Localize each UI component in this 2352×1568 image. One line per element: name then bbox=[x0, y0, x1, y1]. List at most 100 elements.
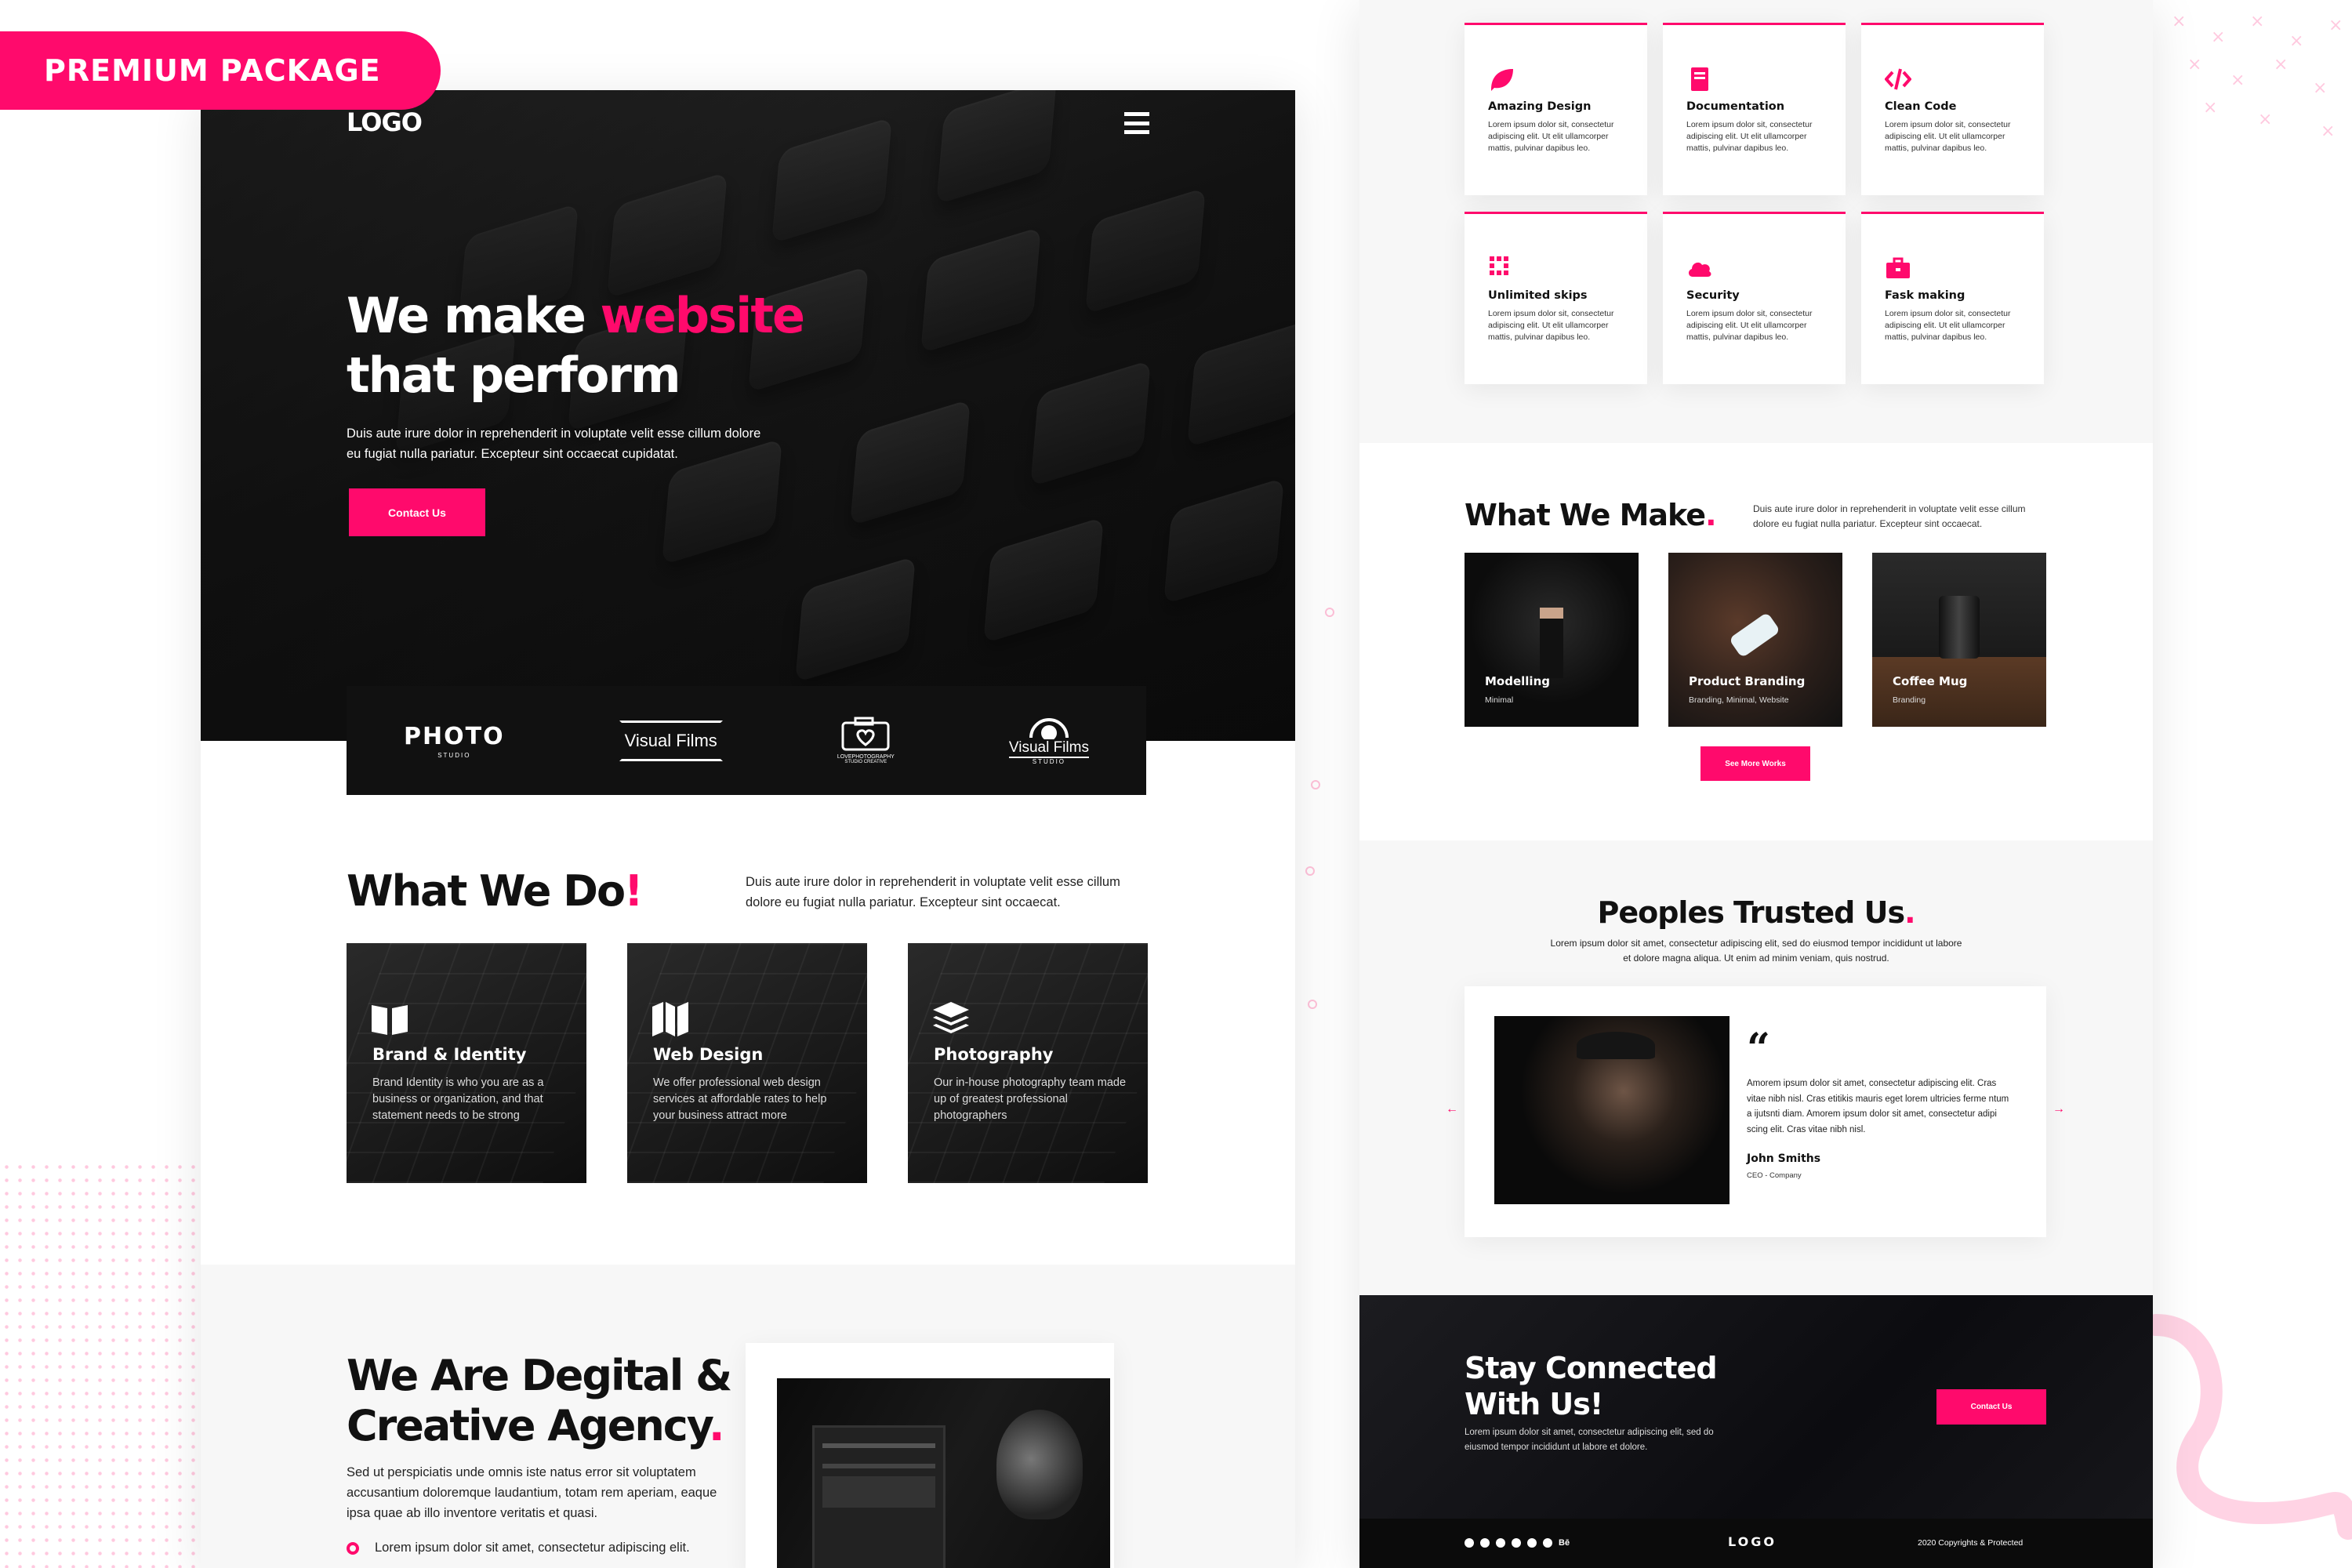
model-figure bbox=[1540, 608, 1563, 678]
feature-desc: Lorem ipsum dolor sit, consectetur adipi… bbox=[1488, 120, 1614, 153]
twitter-icon[interactable] bbox=[1480, 1538, 1490, 1548]
cta-text: Lorem ipsum dolor sit amet, consectetur … bbox=[1465, 1428, 1714, 1452]
footer-logo[interactable]: LOGO bbox=[1728, 1534, 1777, 1549]
social-links: Bē bbox=[1465, 1538, 1570, 1548]
features-section: Amazing Design Lorem ipsum dolor sit, co… bbox=[1359, 0, 2153, 443]
hero-title-highlight: website bbox=[600, 287, 805, 344]
footer-copyright: 2020 Copyrights & Protected bbox=[1918, 1538, 2024, 1548]
trusted-section: Peoples Trusted Us. Lorem ipsum dolor si… bbox=[1359, 840, 2153, 1295]
testimonial-photo bbox=[1494, 1016, 1730, 1204]
grid-icon bbox=[1490, 256, 1508, 275]
service-card[interactable]: Web Design We offer professional web des… bbox=[627, 943, 867, 1183]
feature-desc: Lorem ipsum dolor sit, consectetur adipi… bbox=[1686, 309, 1813, 342]
partner-logo-sub: STUDIO bbox=[1032, 758, 1066, 765]
hero-section: LOGO We make website that perform Duis a… bbox=[201, 90, 1295, 741]
feature-title: Unlimited skips bbox=[1488, 289, 1588, 302]
feature-card[interactable]: Amazing Design Lorem ipsum dolor sit, co… bbox=[1465, 23, 1647, 195]
site-logo[interactable]: LOGO bbox=[347, 107, 423, 137]
what-we-make-title: What We Make. bbox=[1465, 498, 1717, 532]
feature-desc: Lorem ipsum dolor sit, consectetur adipi… bbox=[1885, 120, 2011, 153]
ring-decor bbox=[1311, 780, 1320, 789]
feature-card[interactable]: Clean Code Lorem ipsum dolor sit, consec… bbox=[1861, 23, 2044, 195]
agency-title-line1: We Are Degital & bbox=[347, 1351, 732, 1400]
agency-text: Sed ut perspiciatis unde omnis iste natu… bbox=[347, 1465, 717, 1520]
youtube-icon[interactable] bbox=[1496, 1538, 1505, 1548]
cta-section: Stay Connected With Us! Lorem ipsum dolo… bbox=[1359, 1295, 2153, 1519]
agency-section: We Are Degital & Creative Agency. Sed ut… bbox=[201, 1265, 1295, 1568]
partner-logo-name: LOVEPHOTOGRAPHY bbox=[837, 754, 895, 760]
feature-desc: Lorem ipsum dolor sit, consectetur adipi… bbox=[1686, 120, 1813, 153]
pinterest-icon[interactable] bbox=[1527, 1538, 1537, 1548]
product-item bbox=[1728, 612, 1781, 659]
wave-decor bbox=[2152, 1314, 2352, 1540]
feature-card[interactable]: Security Lorem ipsum dolor sit, consecte… bbox=[1663, 212, 1846, 384]
aperture-icon bbox=[1029, 718, 1069, 739]
partner-logo-love-photography: LOVEPHOTOGRAPHY STUDIO CREATIVE bbox=[837, 717, 895, 764]
feature-title: Amazing Design bbox=[1488, 100, 1592, 113]
hero-title-part1: We make bbox=[347, 287, 601, 344]
map-icon bbox=[652, 1002, 688, 1036]
partner-logo-sub: STUDIO CREATIVE bbox=[844, 760, 887, 764]
behance-icon[interactable]: Bē bbox=[1559, 1538, 1570, 1548]
premium-badge-label: PREMIUM PACKAGE bbox=[44, 53, 381, 88]
testimonial-card: “ Amorem ipsum dolor sit amet, consectet… bbox=[1465, 986, 2046, 1237]
feature-card[interactable]: Fask making Lorem ipsum dolor sit, conse… bbox=[1861, 212, 2044, 384]
layers-icon bbox=[933, 1002, 969, 1033]
feature-card[interactable]: Documentation Lorem ipsum dolor sit, con… bbox=[1663, 23, 1846, 195]
title-accent: . bbox=[1904, 895, 1915, 930]
lens-object bbox=[1939, 596, 1980, 659]
code-icon bbox=[1885, 68, 1911, 90]
bullet-icon bbox=[347, 1541, 359, 1555]
testimonial-quote: Amorem ipsum dolor sit amet, consectetur… bbox=[1747, 1079, 2009, 1134]
service-card[interactable]: Photography Our in-house photography tea… bbox=[908, 943, 1148, 1183]
next-arrow[interactable]: → bbox=[2053, 1102, 2065, 1116]
camera-heart-icon bbox=[841, 717, 890, 751]
work-subtitle: Branding bbox=[1893, 695, 1926, 705]
partner-logo-strip: PHOTO STUDIO Visual Films LOVEPHOTOGRAPH… bbox=[347, 686, 1146, 795]
premium-badge: PREMIUM PACKAGE bbox=[0, 31, 441, 110]
dribbble-icon[interactable] bbox=[1543, 1538, 1552, 1548]
agency-title-line2: Creative Agency bbox=[347, 1401, 710, 1450]
cta-contact-button[interactable]: Contact Us bbox=[1936, 1389, 2046, 1425]
service-desc: Our in-house photography team made up of… bbox=[934, 1076, 1127, 1122]
work-title: Coffee Mug bbox=[1893, 674, 1968, 688]
hero-title-line2: that perform bbox=[347, 347, 681, 404]
hero-text-line1: Duis aute irure dolor in reprehenderit i… bbox=[347, 426, 761, 441]
prev-arrow[interactable]: ← bbox=[1446, 1102, 1458, 1116]
cta-title-line2: With Us! bbox=[1465, 1387, 1603, 1421]
partner-logo-sub: STUDIO bbox=[437, 751, 471, 759]
feature-desc: Lorem ipsum dolor sit, consectetur adipi… bbox=[1488, 309, 1614, 342]
agency-image-frame bbox=[746, 1343, 1114, 1568]
work-card[interactable]: Coffee Mug Branding bbox=[1872, 553, 2046, 727]
hero-contact-button[interactable]: Contact Us bbox=[349, 488, 485, 536]
work-subtitle: Branding, Minimal, Website bbox=[1689, 695, 1789, 705]
see-more-works-button[interactable]: See More Works bbox=[1700, 746, 1810, 781]
title-accent: ! bbox=[624, 866, 644, 916]
work-card[interactable]: Modelling Minimal bbox=[1465, 553, 1639, 727]
cta-title: Stay Connected With Us! bbox=[1465, 1350, 1718, 1422]
instagram-icon[interactable] bbox=[1512, 1538, 1521, 1548]
trusted-text: Lorem ipsum dolor sit amet, consectetur … bbox=[1550, 938, 1962, 964]
what-we-do-title: What We Do! bbox=[347, 866, 644, 916]
what-we-make-text: Duis aute irure dolor in reprehenderit i… bbox=[1753, 503, 2026, 529]
agency-bullet: Lorem ipsum dolor sit amet, consectetur … bbox=[347, 1541, 690, 1555]
hero-text-line2: eu fugiat nulla pariatur. Excepteur sint… bbox=[347, 447, 678, 461]
partner-logo-photo-studio: PHOTO STUDIO bbox=[404, 723, 505, 759]
plus-pattern: × × × × × × × × × × × × bbox=[2172, 12, 2343, 141]
feature-card[interactable]: Unlimited skips Lorem ipsum dolor sit, c… bbox=[1465, 212, 1647, 384]
hamburger-icon[interactable] bbox=[1124, 112, 1149, 134]
landing-page-right: Amazing Design Lorem ipsum dolor sit, co… bbox=[1359, 0, 2153, 1568]
service-card[interactable]: Brand & Identity Brand Identity is who y… bbox=[347, 943, 586, 1183]
cloud-icon bbox=[1688, 262, 1711, 277]
facebook-icon[interactable] bbox=[1465, 1538, 1474, 1548]
testimonial-name: John Smiths bbox=[1747, 1152, 1821, 1165]
arrow-left-icon: ← bbox=[1446, 1102, 1458, 1116]
ring-decor bbox=[1305, 866, 1315, 876]
title-accent: . bbox=[709, 1401, 724, 1450]
trusted-title-text: Peoples Trusted Us bbox=[1597, 895, 1905, 930]
partner-logo-name: Visual Films bbox=[624, 730, 717, 750]
work-card[interactable]: Product Branding Branding, Minimal, Webs… bbox=[1668, 553, 1842, 727]
service-desc: Brand Identity is who you are as a busin… bbox=[372, 1076, 544, 1122]
ring-decor bbox=[1308, 1000, 1317, 1009]
service-title: Photography bbox=[934, 1045, 1054, 1064]
